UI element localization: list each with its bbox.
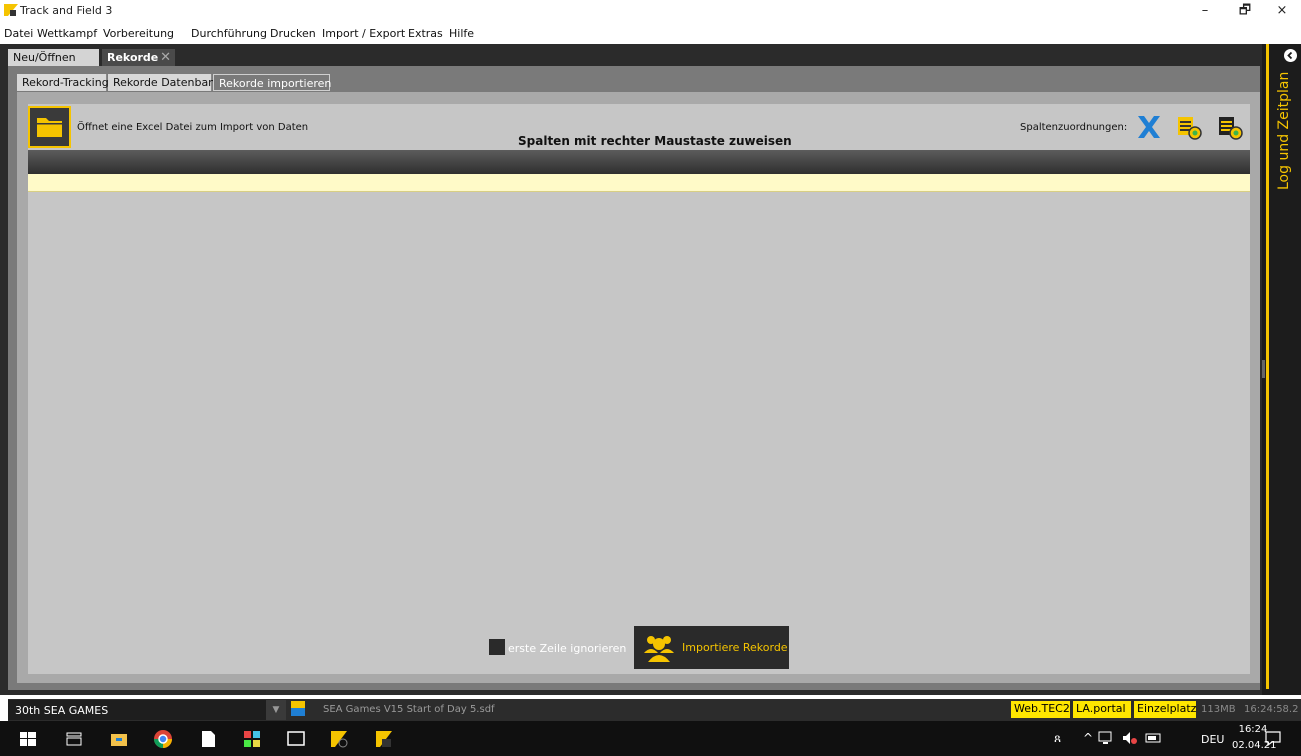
chevron-up-icon[interactable]: ^ <box>1083 731 1093 745</box>
track-field-active-icon[interactable] <box>373 728 395 750</box>
title-bar: Track and Field 3 – 🗗 × <box>0 0 1301 22</box>
document-app-icon[interactable] <box>197 728 219 750</box>
windows-start-icon[interactable] <box>17 728 39 750</box>
save-mapping-icon[interactable] <box>1215 113 1245 141</box>
notification-icon[interactable] <box>1264 729 1282 747</box>
rail-accent <box>1266 44 1269 689</box>
tab-rekorde-importieren[interactable]: Rekorde importieren <box>213 74 331 91</box>
task-view-icon[interactable] <box>63 728 85 750</box>
clear-mapping-icon[interactable] <box>1134 113 1164 141</box>
status-badge-laportal[interactable]: LA.portal <box>1073 701 1131 718</box>
menu-drucken[interactable]: Drucken <box>270 27 316 40</box>
menu-hilfe[interactable]: Hilfe <box>449 27 474 40</box>
menu-bar: Datei Wettkampf Vorbereitung Durchführun… <box>0 22 1301 44</box>
language-indicator[interactable]: DEU <box>1201 733 1224 746</box>
menu-durchfuehrung[interactable]: Durchführung <box>191 27 267 40</box>
app-logo-icon <box>4 4 18 16</box>
collapse-icon[interactable] <box>1284 49 1297 62</box>
import-records-button[interactable]: Importiere Rekorde <box>634 626 789 669</box>
track-field-app-icon[interactable] <box>328 728 350 750</box>
chrome-icon[interactable] <box>152 728 174 750</box>
status-badge-webtec[interactable]: Web.TEC2 <box>1011 701 1070 718</box>
import-grid-header[interactable] <box>28 150 1250 174</box>
assign-columns-hint: Spalten mit rechter Maustaste zuweisen <box>518 134 792 148</box>
memory-usage: 113MB <box>1201 704 1236 715</box>
volume-muted-icon[interactable] <box>1121 730 1137 746</box>
tab-neu-oeffnen[interactable]: Neu/Öffnen <box>8 49 99 66</box>
open-file-hint: Öffnet eine Excel Datei zum Import von D… <box>77 122 309 133</box>
menu-extras[interactable]: Extras <box>408 27 443 40</box>
import-grid-row[interactable] <box>28 174 1250 192</box>
meet-selector[interactable]: 30th SEA GAMES ▼ <box>8 700 286 720</box>
open-excel-button[interactable] <box>28 106 71 148</box>
rail-resize-handle[interactable] <box>1262 360 1265 378</box>
tab-rekorde-label: Rekorde <box>107 51 159 64</box>
ignore-first-row-label: erste Zeile ignorieren <box>508 642 627 655</box>
people-icon <box>644 636 674 662</box>
log-schedule-label[interactable]: Log und Zeitplan <box>1276 72 1292 190</box>
battery-icon[interactable] <box>1145 731 1163 745</box>
ignore-first-row-checkbox[interactable] <box>489 639 505 655</box>
people-tray-icon[interactable]: ጸ <box>1054 731 1061 746</box>
file-explorer-icon[interactable] <box>108 728 130 750</box>
load-mapping-icon[interactable] <box>1174 113 1204 141</box>
window-title: Track and Field 3 <box>20 4 113 17</box>
tab-rekorde[interactable]: Rekorde ✕ <box>102 49 175 66</box>
meet-name: 30th SEA GAMES <box>15 704 109 717</box>
network-icon[interactable] <box>1098 730 1114 746</box>
terminal-icon[interactable] <box>285 728 307 750</box>
menu-datei[interactable]: Datei <box>4 27 33 40</box>
tab-rekord-tracking[interactable]: Rekord-Tracking <box>17 74 109 91</box>
tab-rekorde-datenbank[interactable]: Rekorde Datenbank <box>108 74 222 91</box>
folder-icon <box>37 118 62 137</box>
close-window-button[interactable]: × <box>1262 2 1301 20</box>
chevron-down-icon[interactable]: ▼ <box>266 700 286 720</box>
maximize-button[interactable]: 🗗 <box>1225 2 1265 20</box>
database-file: SEA Games V15 Start of Day 5.sdf <box>323 704 495 715</box>
close-icon[interactable]: ✕ <box>160 50 171 65</box>
database-icon <box>291 701 305 716</box>
column-mapping-label: Spaltenzuordnungen: <box>1020 122 1128 133</box>
status-badge-einzelplatz[interactable]: Einzelplatz <box>1134 701 1196 718</box>
menu-vorbereitung[interactable]: Vorbereitung <box>103 27 174 40</box>
import-records-label: Importiere Rekorde <box>682 641 788 654</box>
menu-import-export[interactable]: Import / Export <box>322 27 405 40</box>
status-clock: 16:24:58.2 <box>1244 704 1299 715</box>
menu-wettkampf[interactable]: Wettkampf <box>37 27 97 40</box>
minimize-button[interactable]: – <box>1185 2 1225 20</box>
colorful-app-icon[interactable] <box>241 728 263 750</box>
